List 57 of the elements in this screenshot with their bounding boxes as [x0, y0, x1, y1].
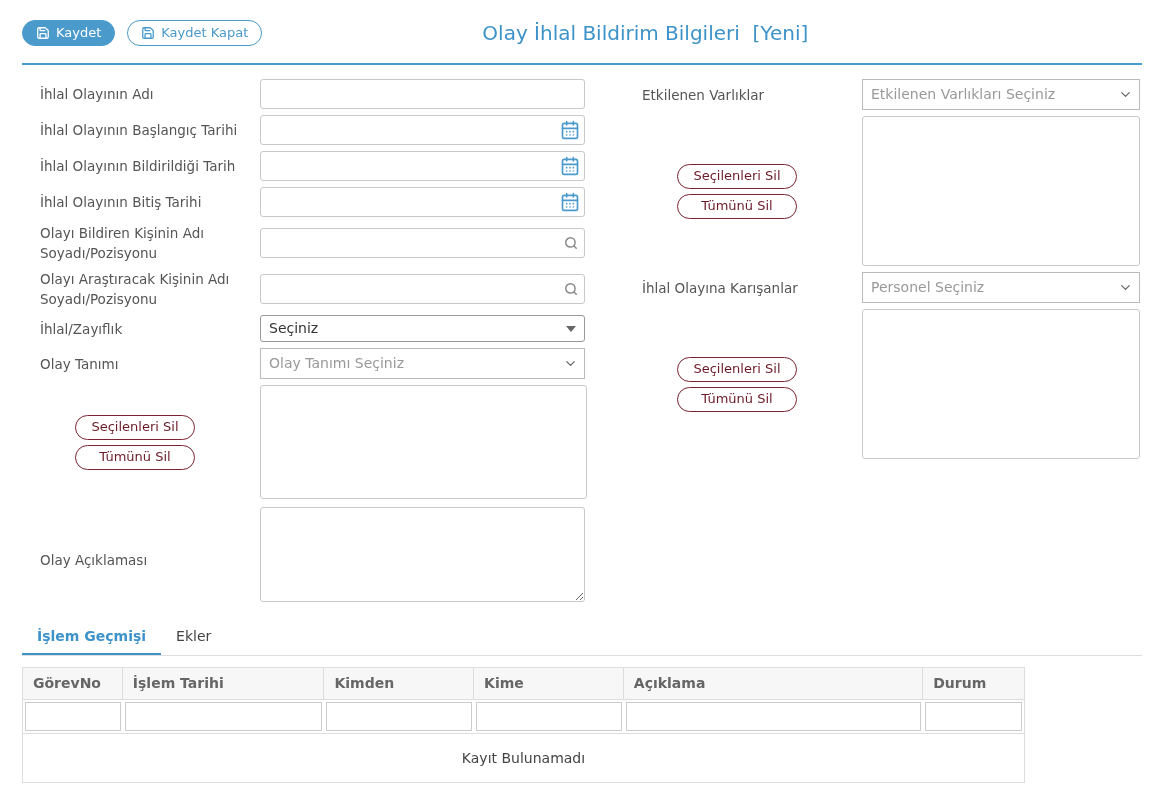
date-field[interactable]: [260, 151, 585, 181]
tab[interactable]: İşlem Geçmişi: [22, 620, 162, 655]
field-label: Olay Açıklaması: [40, 550, 149, 570]
text-field[interactable]: [260, 79, 585, 109]
filter-field[interactable]: [25, 702, 121, 731]
save-icon: [36, 26, 50, 40]
calendar-icon[interactable]: [560, 192, 580, 212]
search-icon[interactable]: [564, 282, 578, 296]
tab[interactable]: Ekler: [161, 620, 227, 655]
column-header[interactable]: Kimden: [324, 668, 475, 699]
column-header[interactable]: Durum: [923, 668, 1024, 699]
field-label: İhlal Olayının Başlangıç Tarihi: [40, 121, 239, 140]
selection-list[interactable]: [862, 309, 1140, 459]
field-label: İhlal Olayına Karışanlar: [642, 278, 799, 298]
column-header[interactable]: İşlem Tarihi: [122, 668, 325, 699]
search-field[interactable]: [260, 274, 585, 304]
column-header[interactable]: Kime: [474, 668, 624, 699]
delete-all-button[interactable]: Tümünü Sil: [75, 444, 195, 470]
delete-selected-button[interactable]: Seçilenleri Sil: [75, 414, 195, 440]
dropdown-field[interactable]: Etkilenen Varlıkları Seçiniz: [862, 79, 1140, 110]
description-textarea[interactable]: [260, 507, 585, 602]
field-label: Olay Tanımı: [40, 354, 120, 374]
date-field[interactable]: [260, 115, 585, 145]
save-button[interactable]: Kaydet: [22, 20, 116, 46]
delete-selected-button[interactable]: Seçilenleri Sil: [677, 163, 797, 189]
select-field[interactable]: Seçiniz: [260, 315, 585, 342]
field-label: Olayı Bildiren Kişinin Adı Soyadı/Pozisyonu: [40, 224, 206, 263]
dropdown-field[interactable]: Personel Seçiniz: [862, 272, 1140, 303]
filter-field[interactable]: [124, 702, 323, 731]
delete-selected-button[interactable]: Seçilenleri Sil: [677, 356, 797, 382]
column-header[interactable]: Açıklama: [623, 668, 924, 699]
save-icon: [141, 26, 156, 40]
field-label: Etkilenen Varlıklar: [642, 85, 766, 105]
page-title: Olay İhlal Bildirim Bilgileri [Yeni]: [482, 20, 809, 47]
empty-message: Kayıt Bulunamadı: [461, 748, 586, 768]
filter-field[interactable]: [326, 702, 473, 731]
delete-all-button[interactable]: Tümünü Sil: [677, 193, 797, 219]
column-header[interactable]: GörevNo: [23, 668, 123, 699]
dropdown-field[interactable]: Olay Tanımı Seçiniz: [260, 348, 585, 379]
save-close-button[interactable]: Kaydet Kapat: [127, 20, 263, 46]
calendar-icon[interactable]: [560, 156, 580, 176]
field-label: İhlal Olayının Adı: [40, 85, 155, 104]
search-icon[interactable]: [564, 236, 578, 250]
field-label: İhlal Olayının Bitiş Tarihi: [40, 193, 203, 212]
calendar-icon[interactable]: [560, 120, 580, 140]
caret-icon: [566, 325, 576, 332]
date-field[interactable]: [260, 187, 585, 217]
filter-field[interactable]: [625, 702, 922, 731]
selection-list[interactable]: [862, 116, 1140, 266]
filter-field[interactable]: [925, 702, 1022, 731]
field-label: İhlal Olayının Bildirildiği Tarih: [40, 157, 237, 176]
filter-field[interactable]: [476, 702, 622, 731]
field-label: İhlal/Zayıflık: [40, 319, 124, 339]
selection-list[interactable]: [260, 385, 587, 499]
delete-all-button[interactable]: Tümünü Sil: [677, 386, 797, 412]
search-field[interactable]: [260, 228, 585, 258]
field-label: Olayı Araştıracak Kişinin Adı Soyadı/Pozisyonu: [40, 270, 231, 309]
